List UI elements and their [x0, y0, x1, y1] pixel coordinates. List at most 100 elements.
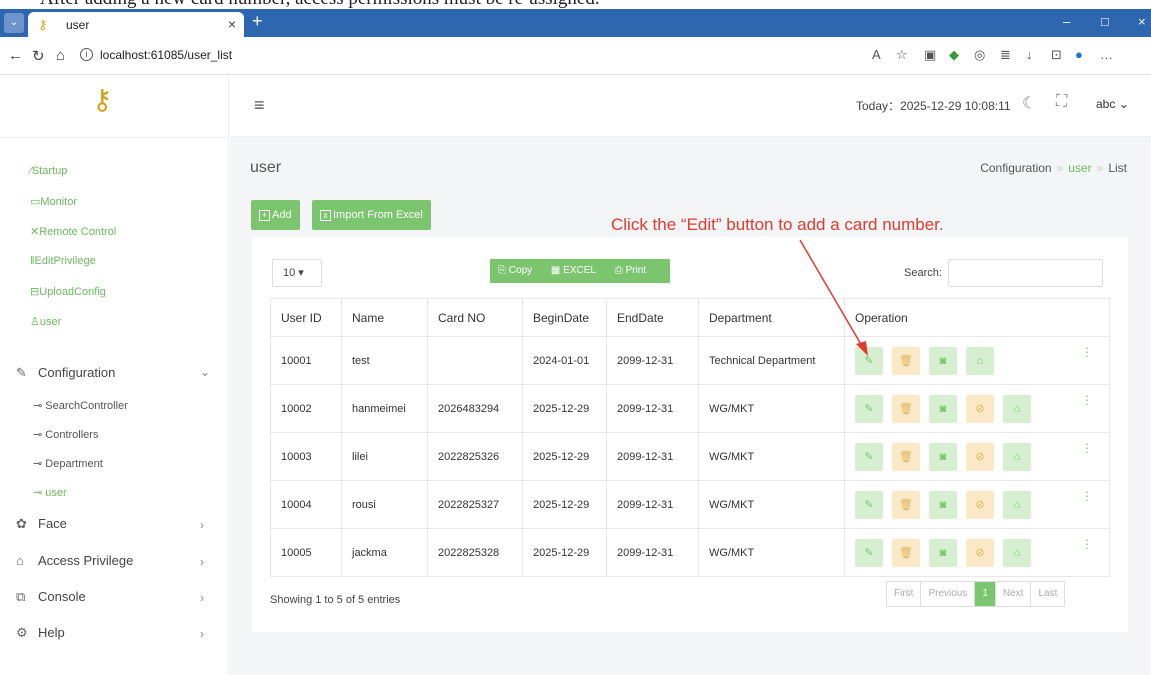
sidebar-item-department[interactable]: ⊸ Department — [33, 457, 103, 470]
sidebar-link-startup[interactable]: ⁄Startup — [30, 165, 67, 177]
edit-icon[interactable]: ✎ — [855, 442, 883, 471]
camera-icon[interactable]: ◙ — [929, 442, 957, 471]
column-header-begindate[interactable]: BeginDate — [522, 298, 607, 337]
cell-card-no: 2026483294 — [427, 384, 523, 433]
sidebar-group-console[interactable]: ⧉ Console — [16, 589, 86, 605]
minimize-icon[interactable]: – — [1063, 14, 1070, 29]
more-vertical-icon[interactable]: ⋮ — [1081, 345, 1093, 359]
pager-first[interactable]: First — [887, 582, 922, 606]
unlock-icon[interactable]: ⌂ — [1003, 442, 1031, 471]
sidebar-group-help[interactable]: ⚙ Help — [16, 625, 65, 641]
sidebar-group-face[interactable]: ✿ Face — [16, 516, 67, 532]
sidebar-link-editprivilege[interactable]: ‖EditPrivilege — [30, 255, 96, 267]
column-header-card-no[interactable]: Card NO — [427, 298, 523, 337]
pager-previous[interactable]: Previous — [921, 582, 976, 606]
unlock-icon[interactable]: ⌂ — [1003, 490, 1031, 519]
no-face-icon[interactable]: ⊘ — [966, 538, 994, 567]
pager-last[interactable]: Last — [1031, 582, 1064, 606]
unlock-icon[interactable]: ⌂ — [1003, 394, 1031, 423]
new-tab-icon[interactable]: + — [252, 11, 263, 32]
print-button[interactable]: ⎙ Print — [615, 265, 654, 276]
excel-button[interactable]: ▦ EXCEL — [551, 265, 604, 276]
trash-icon[interactable]: 🗑 — [892, 490, 920, 519]
sidebar-link-user[interactable]: ♙user — [30, 315, 61, 328]
camera-icon[interactable]: ◙ — [929, 346, 957, 375]
excel-icon: x — [320, 210, 331, 221]
unlock-icon[interactable]: ⌂ — [966, 346, 994, 375]
downloads-icon[interactable]: ↓ — [1026, 47, 1033, 62]
home-icon[interactable]: ⌂ — [56, 47, 65, 64]
column-header-enddate[interactable]: EndDate — [606, 298, 699, 337]
fullscreen-icon[interactable]: ⛶ — [1056, 93, 1067, 111]
chevron-right-icon[interactable]: › — [200, 518, 204, 532]
menu-toggle-icon[interactable]: ≡ — [254, 95, 265, 116]
more-vertical-icon[interactable]: ⋮ — [1081, 441, 1093, 455]
column-header-name[interactable]: Name — [341, 298, 428, 337]
favorites-list-icon[interactable]: ≣ — [1000, 47, 1011, 63]
chevron-right-icon[interactable]: › — [200, 591, 204, 605]
browser-essentials-icon[interactable]: ◎ — [974, 47, 985, 63]
column-header-user-id[interactable]: User ID — [270, 298, 342, 337]
breadcrumb-list: List — [1108, 161, 1127, 175]
column-header-department[interactable]: Department — [698, 298, 845, 337]
url-field[interactable]: i localhost:61085/user_list A ☆ ▣ ◆ ◎ ≣ … — [76, 43, 1131, 69]
site-info-icon[interactable]: i — [80, 48, 93, 61]
app-logo-keys-icon: ⚷ — [92, 84, 113, 115]
browser-tab[interactable]: ⚷ user × — [28, 12, 244, 37]
sidebar-link-uploadconfig[interactable]: ⊟UploadConfig — [30, 285, 106, 298]
sidebar-link-monitor[interactable]: ▭Monitor — [30, 195, 77, 208]
search-input[interactable] — [948, 259, 1103, 287]
breadcrumb-configuration[interactable]: Configuration — [980, 161, 1051, 175]
camera-icon[interactable]: ◙ — [929, 490, 957, 519]
unlock-icon[interactable]: ⌂ — [1003, 538, 1031, 567]
screenshot-icon[interactable]: ⊡ — [1051, 47, 1062, 63]
tab-actions-icon[interactable]: ⌄ — [4, 13, 24, 33]
moon-theme-icon[interactable]: ☾ — [1022, 93, 1036, 113]
pager-page-1[interactable]: 1 — [975, 582, 996, 606]
pager-next[interactable]: Next — [996, 582, 1032, 606]
import-excel-button[interactable]: x Import From Excel — [312, 200, 431, 230]
sidebar-item-user[interactable]: ⊸ user — [33, 486, 67, 499]
sidebar-group-access-privilege[interactable]: ⌂ Access Privilege — [16, 553, 133, 568]
more-vertical-icon[interactable]: ⋮ — [1081, 537, 1093, 551]
close-window-icon[interactable]: × — [1138, 14, 1146, 29]
trash-icon[interactable]: 🗑 — [892, 346, 920, 375]
trash-icon[interactable]: 🗑 — [892, 394, 920, 423]
page-length-select[interactable]: 10 ▾ — [272, 259, 322, 287]
copy-button[interactable]: ⎘ Copy — [498, 265, 540, 276]
sidebar-link-remote-control[interactable]: ✕Remote Control — [30, 225, 116, 238]
camera-icon[interactable]: ◙ — [929, 394, 957, 423]
copilot-icon[interactable]: ● — [1075, 47, 1083, 62]
extension-icon[interactable]: ◆ — [949, 47, 959, 63]
chevron-right-icon[interactable]: › — [200, 627, 204, 641]
more-vertical-icon[interactable]: ⋮ — [1081, 489, 1093, 503]
no-face-icon[interactable]: ⊘ — [966, 442, 994, 471]
sidebar-group-configuration[interactable]: ✎ Configuration — [16, 365, 115, 381]
user-menu[interactable]: abc ⌄ — [1096, 97, 1129, 111]
trash-icon[interactable]: 🗑 — [892, 538, 920, 567]
close-tab-icon[interactable]: × — [228, 16, 236, 32]
camera-icon[interactable]: ◙ — [929, 538, 957, 567]
edit-icon[interactable]: ✎ — [855, 394, 883, 423]
more-vertical-icon[interactable]: ⋮ — [1081, 393, 1093, 407]
edit-icon[interactable]: ✎ — [855, 538, 883, 567]
sidebar-item-searchcontroller[interactable]: ⊸ SearchController — [33, 399, 128, 412]
sidebar-item-controllers[interactable]: ⊸ Controllers — [33, 428, 98, 441]
chevron-down-icon[interactable]: ⌄ — [200, 365, 210, 379]
edit-icon[interactable]: ✎ — [855, 346, 883, 375]
breadcrumb-user[interactable]: user — [1068, 161, 1091, 175]
read-aloud-icon[interactable]: A — [872, 47, 881, 62]
no-face-icon[interactable]: ⊘ — [966, 490, 994, 519]
back-icon[interactable]: ← — [8, 47, 23, 64]
favorite-star-icon[interactable]: ☆ — [896, 47, 908, 63]
chevron-right-icon[interactable]: › — [200, 555, 204, 569]
trash-icon[interactable]: 🗑 — [892, 442, 920, 471]
refresh-icon[interactable]: ↻ — [32, 47, 45, 65]
maximize-icon[interactable]: □ — [1101, 14, 1109, 29]
more-options-icon[interactable]: … — [1100, 47, 1113, 62]
add-button[interactable]: + Add — [251, 200, 300, 230]
split-screen-icon[interactable]: ▣ — [924, 47, 936, 63]
no-face-icon[interactable]: ⊘ — [966, 394, 994, 423]
today-datetime: Today：2025-12-29 10:08:11 — [856, 99, 1011, 113]
edit-icon[interactable]: ✎ — [855, 490, 883, 519]
